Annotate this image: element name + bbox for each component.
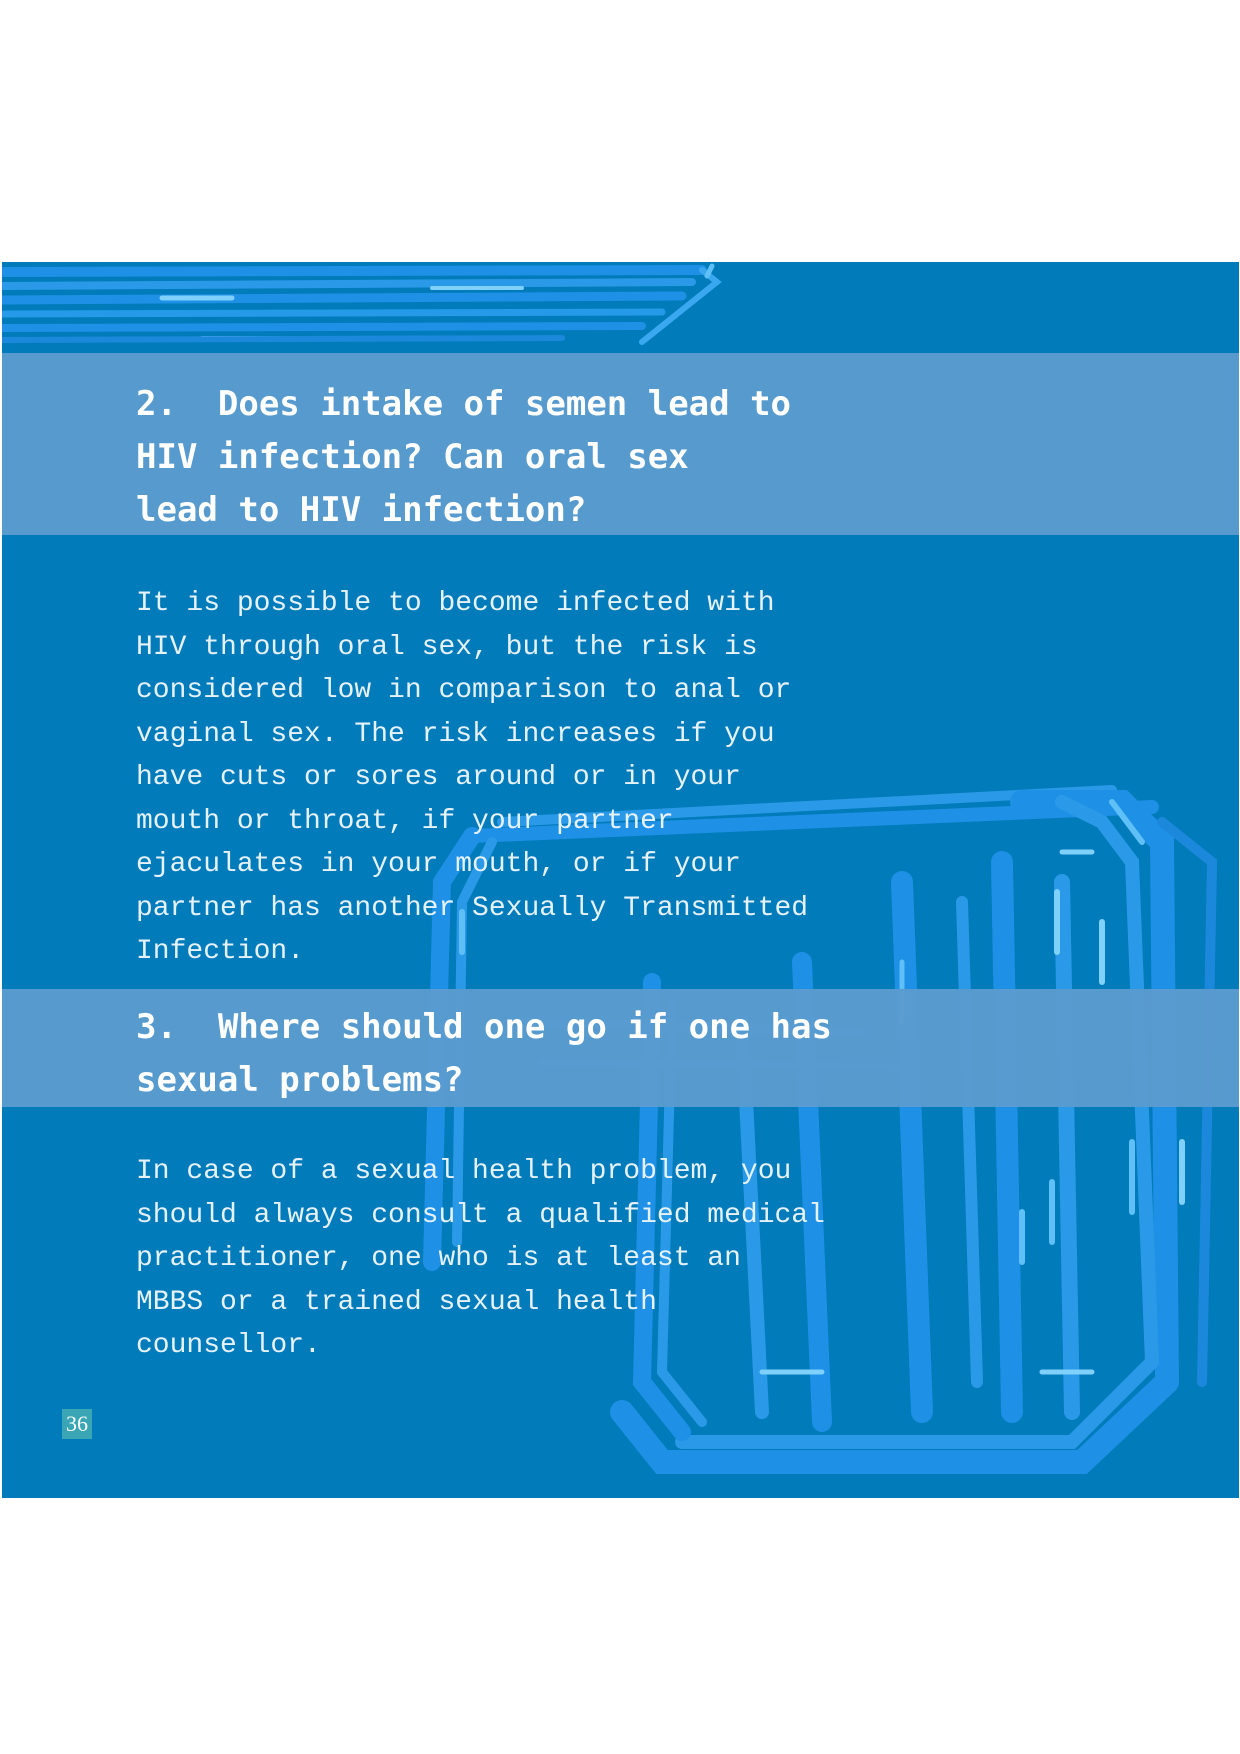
body-line: vaginal sex. The risk increases if you — [136, 718, 775, 750]
body-line: counsellor. — [136, 1330, 321, 1361]
body-line: HIV through oral sex, but the risk is — [136, 631, 758, 663]
heading-line: 2. Does intake of semen lead to — [136, 384, 792, 424]
body-line: ejaculates in your mouth, or if your — [136, 849, 741, 880]
page-number: 36 — [62, 1409, 92, 1439]
answer-paragraph: In case of a sexual health problem, you … — [136, 1150, 825, 1368]
heading-line: HIV infection? Can oral sex — [136, 437, 689, 477]
body-line: considered low in comparison to anal or — [136, 675, 792, 706]
body-line: Infection. — [136, 936, 305, 967]
body-line: should always consult a qualified medica… — [136, 1199, 825, 1231]
body-line: MBBS or a trained sexual health — [136, 1286, 657, 1318]
body-line: practitioner, one who is at least an — [136, 1243, 741, 1274]
body-line: mouth or throat, if your partner — [136, 805, 674, 837]
heading-line: 3. Where should one go if one has — [136, 1007, 832, 1047]
question-heading: 2. Does intake of semen lead to HIV infe… — [136, 378, 791, 537]
body-line: In case of a sexual health problem, you — [136, 1156, 792, 1187]
heading-line: sexual problems? — [136, 1060, 464, 1100]
body-line: have cuts or sores around or in your — [136, 762, 741, 793]
body-line: partner has another Sexually Transmitted — [136, 892, 809, 924]
heading-line: lead to HIV infection? — [136, 490, 587, 530]
question-heading: 3. Where should one go if one has sexual… — [136, 1001, 832, 1107]
body-line: It is possible to become infected with — [136, 588, 775, 619]
answer-paragraph: It is possible to become infected with H… — [136, 582, 808, 974]
content-panel: 2. Does intake of semen lead to HIV infe… — [2, 262, 1239, 1498]
